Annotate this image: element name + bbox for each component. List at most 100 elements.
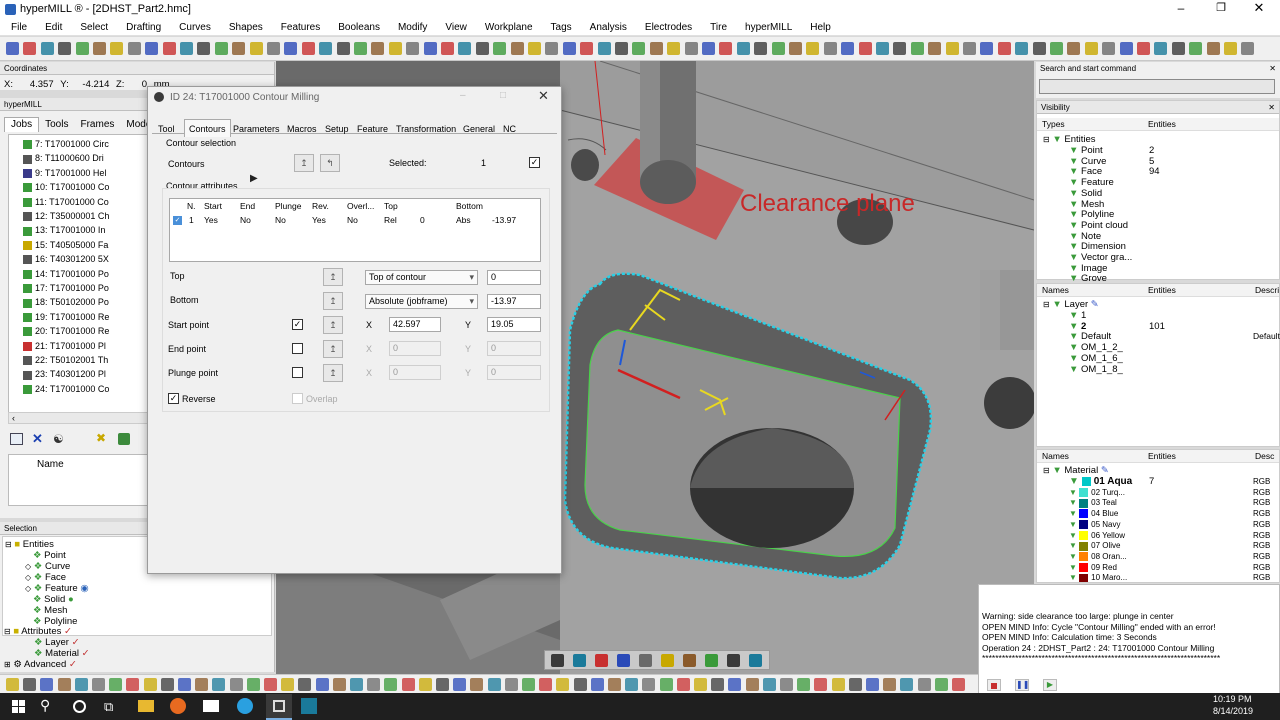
toolbar-tool-icon[interactable] (736, 42, 750, 55)
drafting-tool-icon[interactable] (900, 678, 914, 691)
drafting-tool-icon[interactable] (522, 678, 535, 691)
toolbar-tool-icon[interactable] (945, 42, 959, 55)
view-mode-icon[interactable] (749, 654, 762, 667)
drafting-tool-icon[interactable] (848, 678, 862, 691)
cortana-icon[interactable] (73, 700, 86, 713)
visibility-item[interactable]: ▼ Mesh (1069, 199, 1104, 210)
menu-file[interactable]: File (2, 20, 36, 36)
toolbar-tool-icon[interactable] (58, 42, 72, 55)
toolbar-tool-icon[interactable] (632, 42, 646, 55)
plunge-point-checkbox[interactable] (292, 367, 303, 378)
selection-face[interactable]: ◇ ❖ Face (25, 572, 66, 583)
toolbar-tool-icon[interactable] (876, 42, 889, 55)
drafting-tool-icon[interactable] (470, 678, 484, 691)
toolbar-tool-icon[interactable] (1241, 42, 1255, 55)
toolbar-tool-icon[interactable] (406, 42, 420, 55)
drafting-tool-icon[interactable] (642, 678, 656, 691)
drafting-tool-icon[interactable] (952, 678, 965, 691)
minimize-button[interactable]: – (1172, 1, 1190, 15)
windows-start-icon[interactable] (12, 700, 26, 714)
tab-nc[interactable]: NC (503, 123, 516, 135)
command-search-input[interactable] (1039, 79, 1275, 94)
top-mode-select[interactable]: Top of contour (365, 270, 478, 285)
selection-feature[interactable]: ◇ ❖ Feature ◉ (25, 583, 89, 594)
job-list-scrollbar[interactable]: ‹ (8, 412, 148, 424)
toolbar-tool-icon[interactable] (197, 42, 211, 55)
toolbar-tool-icon[interactable] (702, 42, 715, 55)
bottom-pick-button[interactable]: ↥ (323, 292, 343, 310)
drafting-tool-icon[interactable] (797, 678, 811, 691)
job-item[interactable]: 16: T40301200 5X (23, 252, 109, 266)
drafting-tool-icon[interactable] (160, 678, 174, 691)
drafting-tool-icon[interactable] (745, 678, 759, 691)
toolbar-tool-icon[interactable] (319, 42, 333, 55)
drafting-tool-icon[interactable] (436, 678, 449, 691)
drafting-tool-icon[interactable] (883, 678, 897, 691)
view-mode-icon[interactable] (705, 654, 718, 667)
toolbar-tool-icon[interactable] (249, 42, 263, 55)
drafting-tool-icon[interactable] (762, 678, 776, 691)
selection-confirm-checkbox[interactable]: ✓ (529, 157, 540, 168)
selection-mesh[interactable]: ❖ Mesh (33, 605, 67, 616)
toolbar-tool-icon[interactable] (284, 42, 298, 55)
drafting-tool-icon[interactable] (212, 678, 226, 691)
close-icon[interactable]: ✕ (1269, 62, 1276, 75)
drafting-tool-icon[interactable] (608, 678, 621, 691)
selection-entities-root[interactable]: ⊟ ■ Entities (5, 539, 54, 550)
skype-icon[interactable] (237, 698, 253, 714)
job-item[interactable]: 15: T40505000 Fa (23, 238, 108, 252)
firefox-icon[interactable] (170, 698, 186, 714)
drafting-tool-icon[interactable] (109, 678, 123, 691)
bottom-mode-select[interactable]: Absolute (jobframe) (365, 294, 478, 309)
layer-item[interactable]: ▼ OM_1_6_ (1069, 353, 1123, 364)
visibility-item[interactable]: ▼ Vector gra... (1069, 252, 1132, 263)
job-item[interactable]: 12: T35000001 Ch (23, 209, 109, 223)
calculate-icon[interactable] (118, 433, 130, 445)
toolbar-tool-icon[interactable] (40, 42, 54, 55)
drafting-tool-icon[interactable] (728, 678, 742, 691)
toolbar-tool-icon[interactable] (336, 42, 350, 55)
drafting-tool-icon[interactable] (92, 678, 105, 691)
toolbar-tool-icon[interactable] (1224, 42, 1237, 55)
toolbar-tool-icon[interactable] (1015, 42, 1029, 55)
drafting-tool-icon[interactable] (315, 678, 329, 691)
toolbar-tool-icon[interactable] (388, 42, 402, 55)
toolbar-tool-icon[interactable] (649, 42, 663, 55)
toolbar-tool-icon[interactable] (127, 42, 141, 55)
selection-curve[interactable]: ◇ ❖ Curve (25, 561, 70, 572)
job-item[interactable]: 22: T50102001 Th (23, 353, 108, 367)
menu-hypermill[interactable]: hyperMILL (736, 20, 801, 36)
drafting-tool-icon[interactable] (866, 678, 879, 691)
toolbar-tool-icon[interactable] (580, 42, 594, 55)
drafting-tool-icon[interactable] (195, 678, 209, 691)
start-point-checkbox[interactable]: ✓ (292, 319, 303, 330)
layer-item[interactable]: ▼ OM_1_8_ (1069, 364, 1123, 375)
drafting-tool-icon[interactable] (711, 678, 725, 691)
close-icon[interactable]: ✕ (1268, 101, 1275, 114)
menu-select[interactable]: Select (71, 20, 117, 36)
drafting-tool-icon[interactable] (453, 678, 467, 691)
toolbar-tool-icon[interactable] (145, 42, 159, 55)
file-explorer-icon[interactable] (138, 700, 154, 712)
drafting-tool-icon[interactable] (57, 678, 71, 691)
drafting-tool-icon[interactable] (539, 678, 553, 691)
dialog-close-button[interactable]: ✕ (538, 88, 549, 104)
start-y-input[interactable]: 19.05 (487, 317, 541, 332)
drafting-tool-icon[interactable] (590, 678, 604, 691)
menu-help[interactable]: Help (801, 20, 840, 36)
job-item[interactable]: 14: T17001000 Po (23, 267, 109, 281)
material-item[interactable]: ▼ 04 Blue (1069, 508, 1118, 519)
toolbar-tool-icon[interactable] (771, 42, 785, 55)
toolbar-tool-icon[interactable] (75, 42, 89, 55)
play-button[interactable]: ▶ (1043, 679, 1057, 691)
drafting-tool-icon[interactable] (694, 678, 707, 691)
visibility-entities-root[interactable]: ⊟ ▼ Entities (1043, 134, 1096, 145)
drafting-tool-icon[interactable] (40, 678, 54, 691)
toolbar-tool-icon[interactable] (528, 42, 541, 55)
toolbar-tool-icon[interactable] (441, 42, 454, 55)
toolbar-tool-icon[interactable] (267, 42, 280, 55)
tab-macros[interactable]: Macros (287, 123, 317, 135)
view-mode-icon[interactable] (573, 654, 586, 667)
toolbar-tool-icon[interactable] (1084, 42, 1098, 55)
material-item[interactable]: ▼ 01 Aqua (1069, 476, 1132, 487)
